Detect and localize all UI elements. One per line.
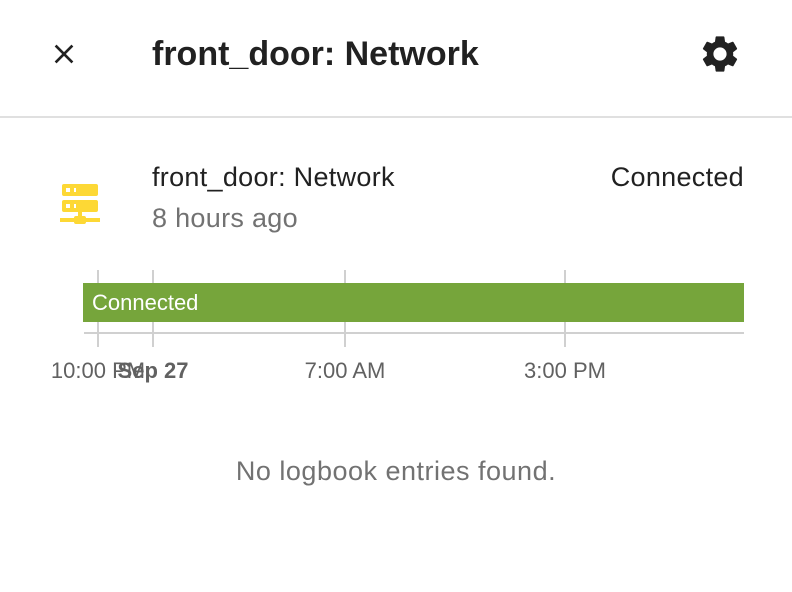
gear-icon <box>702 36 738 72</box>
dialog-header: front_door: Network <box>0 0 792 118</box>
timeline-tick-label: 7:00 AM <box>305 358 386 383</box>
timeline-tick-label: 3:00 PM <box>524 358 606 383</box>
history-timeline: Connected 10:00 PM Sep 27 7:00 AM 3:00 P… <box>0 262 792 392</box>
server-network-icon <box>60 184 100 224</box>
entity-last-changed: 8 hours ago <box>152 203 298 233</box>
entity-name: front_door: Network <box>152 162 395 192</box>
entity-icon-wrapper <box>56 180 104 228</box>
close-icon <box>54 44 74 64</box>
timeline-tick-label: Sep 27 <box>118 358 189 383</box>
entity-row[interactable]: front_door: Network 8 hours ago Connecte… <box>0 150 792 250</box>
close-button[interactable] <box>40 30 88 78</box>
logbook-empty-message: No logbook entries found. <box>235 456 557 486</box>
timeline-bar-label: Connected <box>92 290 198 315</box>
dialog-title: front_door: Network <box>152 35 479 73</box>
entity-state: Connected <box>610 162 744 192</box>
settings-button[interactable] <box>694 28 746 80</box>
